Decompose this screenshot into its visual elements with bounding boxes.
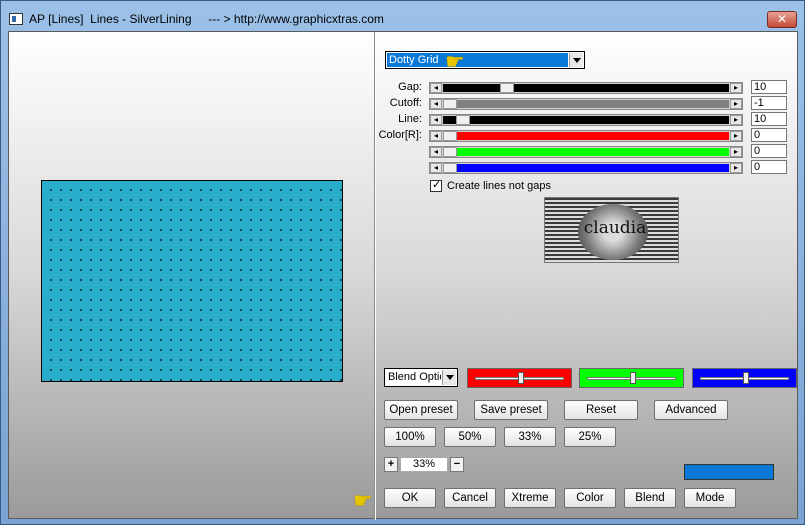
zoom-out-button[interactable]: − — [450, 457, 464, 472]
arrow-left-icon[interactable]: ◂ — [430, 99, 442, 109]
color-button[interactable]: Color — [564, 488, 616, 508]
cancel-button[interactable]: Cancel — [444, 488, 496, 508]
blend-slider[interactable] — [467, 368, 572, 388]
pointing-hand-icon: ☛ — [445, 49, 465, 74]
slider-fill — [443, 164, 729, 172]
slider-label: Gap: — [398, 81, 422, 93]
slider-label: Color[R]: — [378, 129, 422, 141]
arrow-right-icon[interactable]: ▸ — [730, 131, 742, 141]
effect-dropdown[interactable]: Dotty Grid — [385, 51, 585, 69]
slider-value-field[interactable]: -1 — [751, 96, 787, 110]
preview-image — [41, 180, 343, 382]
slider-track[interactable]: ◂ ▸ — [429, 82, 743, 94]
slider-value-field[interactable]: 0 — [751, 160, 787, 174]
title-bar[interactable]: AP [Lines] Lines - SilverLining --- > ht… — [1, 1, 804, 31]
blend-slider-thumb[interactable] — [629, 372, 636, 384]
slider-value-field[interactable]: 10 — [751, 112, 787, 126]
chevron-down-icon[interactable] — [569, 53, 583, 67]
logo-text: claudia — [583, 218, 647, 238]
effect-dropdown-value: Dotty Grid — [387, 53, 568, 67]
slider-fill — [443, 132, 729, 140]
slider-value-field[interactable]: 10 — [751, 80, 787, 94]
arrow-left-icon[interactable]: ◂ — [430, 83, 442, 93]
slider-fill — [443, 116, 729, 124]
blend-slider-thumb[interactable] — [517, 372, 524, 384]
mode-button[interactable]: Mode — [684, 488, 736, 508]
slider-fill — [443, 148, 729, 156]
open-preset-button[interactable]: Open preset — [384, 400, 458, 420]
slider-label: Cutoff: — [389, 97, 422, 109]
zoom-100-button[interactable]: 100% — [384, 427, 436, 447]
zoom-level-field[interactable]: 33% — [400, 457, 448, 472]
arrow-left-icon[interactable]: ◂ — [430, 163, 442, 173]
app-icon — [9, 13, 23, 25]
slider-value-field[interactable]: 0 — [751, 144, 787, 158]
create-lines-checkbox[interactable] — [430, 178, 442, 192]
slider-label: Line: — [398, 113, 422, 125]
blend-options-value: Blend Optio — [388, 371, 441, 383]
arrow-left-icon[interactable]: ◂ — [430, 131, 442, 141]
zoom-33-button[interactable]: 33% — [504, 427, 556, 447]
reset-button[interactable]: Reset — [564, 400, 638, 420]
slider-track[interactable]: ◂ ▸ — [429, 162, 743, 174]
arrow-right-icon[interactable]: ▸ — [730, 163, 742, 173]
zoom-in-button[interactable]: + — [384, 457, 398, 472]
save-preset-button[interactable]: Save preset — [474, 400, 548, 420]
xtreme-button[interactable]: Xtreme — [504, 488, 556, 508]
plugin-window: AP [Lines] Lines - SilverLining --- > ht… — [0, 0, 805, 525]
arrow-right-icon[interactable]: ▸ — [730, 115, 742, 125]
blend-slider-thumb[interactable] — [742, 372, 749, 384]
zoom-25-button[interactable]: 25% — [564, 427, 616, 447]
arrow-right-icon[interactable]: ▸ — [730, 147, 742, 157]
slider-thumb[interactable] — [443, 99, 457, 109]
blend-slider[interactable] — [579, 368, 684, 388]
slider-thumb[interactable] — [443, 147, 457, 157]
arrow-left-icon[interactable]: ◂ — [430, 147, 442, 157]
slider-track[interactable]: ◂ ▸ — [429, 146, 743, 158]
create-lines-label: Create lines not gaps — [447, 180, 551, 192]
arrow-right-icon[interactable]: ▸ — [730, 99, 742, 109]
arrow-right-icon[interactable]: ▸ — [730, 83, 742, 93]
slider-thumb[interactable] — [443, 131, 457, 141]
zoom-50-button[interactable]: 50% — [444, 427, 496, 447]
slider-fill — [443, 100, 729, 108]
blend-button[interactable]: Blend — [624, 488, 676, 508]
slider-fill — [443, 84, 729, 92]
slider-track[interactable]: ◂ ▸ — [429, 114, 743, 126]
blend-slider[interactable] — [692, 368, 797, 388]
slider-thumb[interactable] — [456, 115, 470, 125]
dialog-client: Dotty Grid ☛ Gap: ◂ ▸ 10 Cutoff: ◂ ▸ -1 Line: ◂ ▸ 1… — [8, 31, 798, 520]
slider-track[interactable]: ◂ ▸ — [429, 130, 743, 142]
arrow-left-icon[interactable]: ◂ — [430, 115, 442, 125]
color-swatch[interactable] — [684, 464, 774, 480]
advanced-button[interactable]: Advanced — [654, 400, 728, 420]
chevron-down-icon[interactable] — [442, 370, 456, 385]
blend-options-dropdown[interactable]: Blend Optio — [384, 368, 458, 387]
slider-thumb[interactable] — [500, 83, 515, 93]
slider-track[interactable]: ◂ ▸ — [429, 98, 743, 110]
author-logo: claudia — [544, 197, 679, 263]
window-title: AP [Lines] Lines - SilverLining --- > ht… — [29, 12, 384, 26]
slider-thumb[interactable] — [443, 163, 457, 173]
close-button[interactable]: ✕ — [767, 11, 797, 28]
slider-value-field[interactable]: 0 — [751, 128, 787, 142]
pointing-hand-icon: ☛ — [353, 488, 373, 513]
ok-button[interactable]: OK — [384, 488, 436, 508]
